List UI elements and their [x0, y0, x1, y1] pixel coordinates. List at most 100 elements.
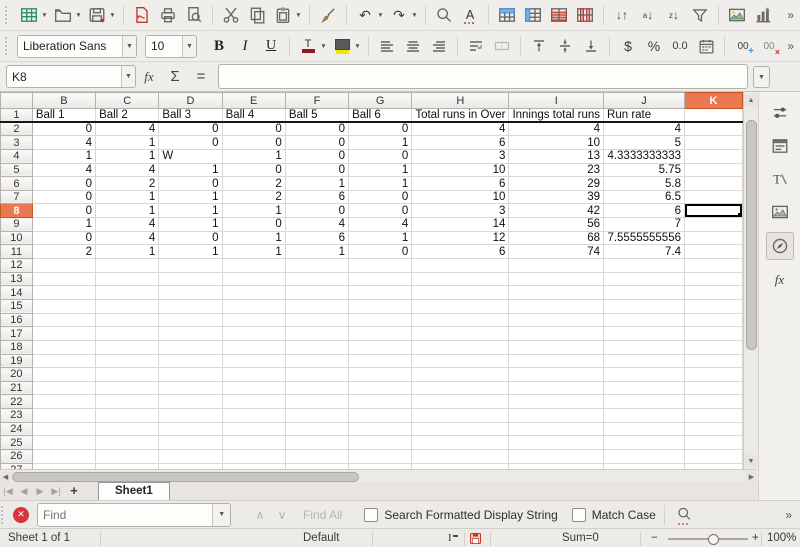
- first-sheet-button[interactable]: |◀: [0, 486, 16, 500]
- cell-H16[interactable]: [412, 313, 509, 327]
- row-header-3[interactable]: 3: [1, 136, 33, 150]
- number-format-icon[interactable]: 0.0: [668, 34, 692, 58]
- cell-I21[interactable]: [509, 381, 604, 395]
- cell-K7[interactable]: [685, 190, 743, 204]
- cell-C20[interactable]: [96, 368, 159, 382]
- cell-B19[interactable]: [32, 354, 95, 368]
- cell-B16[interactable]: [32, 313, 95, 327]
- cell-F18[interactable]: [285, 340, 348, 354]
- paste-dropdown[interactable]: ▼: [294, 3, 303, 27]
- cell-J6[interactable]: 5.8: [604, 177, 685, 191]
- cell-J9[interactable]: 7: [604, 218, 685, 232]
- cell-I6[interactable]: 29: [509, 177, 604, 191]
- cell-C24[interactable]: [96, 422, 159, 436]
- cell-G4[interactable]: 0: [349, 149, 412, 163]
- cell-K20[interactable]: [685, 368, 743, 382]
- cell-G10[interactable]: 1: [349, 231, 412, 245]
- save-icon[interactable]: [85, 3, 109, 27]
- redo-dropdown[interactable]: ▼: [410, 3, 419, 27]
- cell-C22[interactable]: [96, 395, 159, 409]
- delete-columns-icon[interactable]: [573, 3, 597, 27]
- cell-H2[interactable]: 4: [412, 122, 509, 136]
- row-header-26[interactable]: 26: [1, 450, 33, 464]
- cell-G15[interactable]: [349, 299, 412, 313]
- cell-J4[interactable]: 4.3333333333: [604, 149, 685, 163]
- insert-chart-icon[interactable]: [751, 3, 775, 27]
- currency-format-icon[interactable]: $: [616, 34, 640, 58]
- new-dropdown[interactable]: ▼: [40, 3, 49, 27]
- cell-H11[interactable]: 6: [412, 245, 509, 259]
- cell-J22[interactable]: [604, 395, 685, 409]
- cell-B15[interactable]: [32, 299, 95, 313]
- cell-E19[interactable]: [222, 354, 285, 368]
- cell-J21[interactable]: [604, 381, 685, 395]
- cell-F12[interactable]: [285, 259, 348, 273]
- cell-I3[interactable]: 10: [509, 136, 604, 150]
- font-size-combo[interactable]: ▼: [145, 35, 197, 58]
- expand-formula-bar-button[interactable]: ▼: [753, 66, 770, 88]
- cell-B4[interactable]: 1: [32, 149, 95, 163]
- cell-F20[interactable]: [285, 368, 348, 382]
- print-preview-icon[interactable]: [182, 3, 206, 27]
- cell-J15[interactable]: [604, 299, 685, 313]
- cell-E8[interactable]: 1: [222, 204, 285, 218]
- toolbar-grip[interactable]: [5, 37, 12, 55]
- row-header-6[interactable]: 6: [1, 177, 33, 191]
- cell-D16[interactable]: [159, 313, 222, 327]
- zoom-out-button[interactable]: −: [651, 532, 658, 544]
- spelling-icon[interactable]: A: [458, 3, 482, 27]
- cell-I23[interactable]: [509, 409, 604, 423]
- find-combo[interactable]: ▼: [37, 503, 231, 527]
- bold-icon[interactable]: B: [207, 34, 231, 58]
- row-header-11[interactable]: 11: [1, 245, 33, 259]
- cell-C12[interactable]: [96, 259, 159, 273]
- highlighting-color-icon[interactable]: [330, 34, 354, 58]
- cell-G21[interactable]: [349, 381, 412, 395]
- match-case-checkbox[interactable]: Match Case: [572, 508, 656, 522]
- next-sheet-button[interactable]: ▶: [32, 486, 48, 500]
- wrap-text-icon[interactable]: [464, 34, 488, 58]
- select-function-icon[interactable]: Σ: [162, 68, 188, 85]
- cell-G16[interactable]: [349, 313, 412, 327]
- column-header-H[interactable]: H: [412, 93, 509, 109]
- cell-B25[interactable]: [32, 436, 95, 450]
- row-header-20[interactable]: 20: [1, 368, 33, 382]
- cell-F1[interactable]: Ball 5: [285, 109, 348, 123]
- cell-D13[interactable]: [159, 272, 222, 286]
- cell-F7[interactable]: 6: [285, 190, 348, 204]
- cell-G2[interactable]: 0: [349, 122, 412, 136]
- cell-I9[interactable]: 56: [509, 218, 604, 232]
- cell-E26[interactable]: [222, 450, 285, 464]
- cell-C10[interactable]: 4: [96, 231, 159, 245]
- cell-F6[interactable]: 1: [285, 177, 348, 191]
- cell-E18[interactable]: [222, 340, 285, 354]
- align-center-icon[interactable]: [401, 34, 425, 58]
- cell-G6[interactable]: 1: [349, 177, 412, 191]
- cell-H8[interactable]: 3: [412, 204, 509, 218]
- cell-K10[interactable]: [685, 231, 743, 245]
- undo-icon[interactable]: ↶: [353, 3, 377, 27]
- cell-D6[interactable]: 0: [159, 177, 222, 191]
- cell-F15[interactable]: [285, 299, 348, 313]
- scroll-left-button[interactable]: ◀: [0, 471, 11, 482]
- column-header-E[interactable]: E: [222, 93, 285, 109]
- sum-indicator[interactable]: Sum=0: [562, 532, 599, 544]
- cell-K9[interactable]: [685, 218, 743, 232]
- horizontal-scrollbar[interactable]: ◀ ▶: [0, 469, 757, 483]
- formula-icon[interactable]: =: [188, 68, 214, 85]
- cell-G11[interactable]: 0: [349, 245, 412, 259]
- cell-E12[interactable]: [222, 259, 285, 273]
- cell-I15[interactable]: [509, 299, 604, 313]
- cell-H15[interactable]: [412, 299, 509, 313]
- find-all-button[interactable]: Find All: [303, 508, 342, 522]
- document-modified-icon[interactable]: [470, 533, 481, 547]
- cell-I16[interactable]: [509, 313, 604, 327]
- cell-J7[interactable]: 6.5: [604, 190, 685, 204]
- cell-G5[interactable]: 1: [349, 163, 412, 177]
- date-format-icon[interactable]: [694, 34, 718, 58]
- cell-C9[interactable]: 4: [96, 218, 159, 232]
- cell-B10[interactable]: 0: [32, 231, 95, 245]
- cell-J19[interactable]: [604, 354, 685, 368]
- cell-H22[interactable]: [412, 395, 509, 409]
- cell-K3[interactable]: [685, 136, 743, 150]
